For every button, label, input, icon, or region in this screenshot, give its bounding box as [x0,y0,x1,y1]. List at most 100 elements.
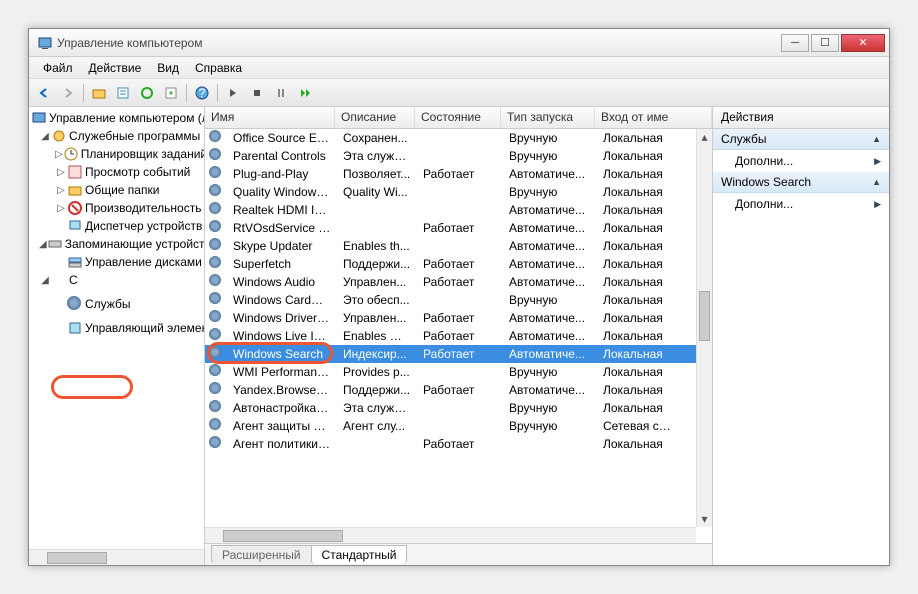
service-icon [209,238,225,254]
col-startup[interactable]: Тип запуска [501,107,595,128]
cell-desc: Enables Wi... [337,329,417,343]
cell-desc: Provides p... [337,365,417,379]
cell-startup: Вручную [503,149,597,163]
tree-services-apps[interactable]: ◢С [29,271,204,289]
cell-logon: Локальная [597,437,677,451]
tab-standard[interactable]: Стандартный [311,545,408,564]
service-row[interactable]: Windows Live ID S...Enables Wi...Работае… [205,327,696,345]
stop-icon[interactable] [246,82,268,104]
col-status[interactable]: Состояние [415,107,501,128]
collapse-icon: ▲ [872,134,881,144]
service-row[interactable]: Quality Windows ...Quality Wi...ВручнуюЛ… [205,183,696,201]
cell-name: WMI Performance... [227,365,337,379]
menu-file[interactable]: Файл [35,59,81,77]
tree-services[interactable]: Службы [29,295,204,313]
tree-system-tools[interactable]: ◢Служебные программы [29,127,204,145]
cell-startup: Вручную [503,131,597,145]
cell-desc: Enables th... [337,239,417,253]
cell-state: Работает [417,311,503,325]
cell-logon: Локальная [597,329,677,343]
tree-storage[interactable]: ◢Запоминающие устройст [29,235,204,253]
menu-help[interactable]: Справка [187,59,250,77]
play-icon[interactable] [222,82,244,104]
tree-scrollbar-horizontal[interactable] [29,549,204,565]
service-icon [209,310,225,326]
service-row[interactable]: Windows SearchИндексир...РаботаетАвтомат… [205,345,696,363]
menu-view[interactable]: Вид [149,59,187,77]
tree-performance[interactable]: ▷Производительность [29,199,204,217]
actions-group-selected[interactable]: Windows Search▲ [713,172,889,193]
cell-logon: Локальная [597,131,677,145]
service-row[interactable]: Plug-and-PlayПозволяет...РаботаетАвтомат… [205,165,696,183]
service-row[interactable]: Агент политики I...РаботаетЛокальная [205,435,696,453]
titlebar[interactable]: Управление компьютером ─ ☐ ✕ [29,29,889,57]
service-row[interactable]: Realtek HDMI In...Автоматиче...Локальная [205,201,696,219]
tree-wmi-control[interactable]: Управляющий элемен [29,319,204,337]
collapse-icon: ▲ [872,177,881,187]
scroll-down-icon[interactable]: ▾ [697,511,712,527]
services-list-panel: Имя Описание Состояние Тип запуска Вход … [205,107,713,565]
service-row[interactable]: Автонастройка W...Эта служб...ВручнуюЛок… [205,399,696,417]
service-icon [209,418,225,434]
col-logon[interactable]: Вход от име [595,107,712,128]
pause-icon[interactable] [270,82,292,104]
col-name[interactable]: Имя [205,107,335,128]
col-description[interactable]: Описание [335,107,415,128]
tree-event-viewer[interactable]: ▷Просмотр событий [29,163,204,181]
service-row[interactable]: Агент защиты сет...Агент слу...ВручнуюСе… [205,417,696,435]
tree-disk-management[interactable]: Управление дисками [29,253,204,271]
cell-desc: Quality Wi... [337,185,417,199]
cell-name: Office Source Engi... [227,131,337,145]
list-scrollbar-horizontal[interactable] [205,527,696,543]
service-row[interactable]: Yandex.Browser U...Поддержи...РаботаетАв… [205,381,696,399]
cell-logon: Локальная [597,401,677,415]
minimize-button[interactable]: ─ [781,34,809,52]
help-icon[interactable]: ? [191,82,213,104]
cell-startup: Автоматиче... [503,257,597,271]
cell-name: Quality Windows ... [227,185,337,199]
service-row[interactable]: Parental ControlsЭта служб...ВручнуюЛока… [205,147,696,165]
cell-desc: Поддержи... [337,257,417,271]
cell-logon: Локальная [597,167,677,181]
cell-logon: Локальная [597,221,677,235]
actions-more-selected[interactable]: Дополни...▶ [713,193,889,215]
tree-shared-folders[interactable]: ▷Общие папки [29,181,204,199]
list-scrollbar-vertical[interactable]: ▴ ▾ [696,129,712,527]
export-icon[interactable] [160,82,182,104]
nav-back-button[interactable] [33,82,55,104]
cell-name: Parental Controls [227,149,337,163]
cell-startup: Вручную [503,365,597,379]
tree-device-manager[interactable]: Диспетчер устройств [29,217,204,235]
cell-name: Windows Audio [227,275,337,289]
cell-name: Yandex.Browser U... [227,383,337,397]
service-row[interactable]: Windows Driver F...Управлен...РаботаетАв… [205,309,696,327]
service-icon [209,292,225,308]
cell-logon: Локальная [597,383,677,397]
maximize-button[interactable]: ☐ [811,34,839,52]
service-row[interactable]: Windows AudioУправлен...РаботаетАвтомати… [205,273,696,291]
cell-state: Работает [417,383,503,397]
restart-icon[interactable] [294,82,316,104]
actions-more-services[interactable]: Дополни...▶ [713,150,889,172]
service-row[interactable]: Windows CardSpa...Это обесп...ВручнуюЛок… [205,291,696,309]
service-row[interactable]: WMI Performance...Provides p...ВручнуюЛо… [205,363,696,381]
tree-root[interactable]: Управление компьютером (л [29,109,204,127]
tab-extended[interactable]: Расширенный [211,545,312,564]
cell-logon: Сетевая слу [597,419,677,433]
tree-task-scheduler[interactable]: ▷Планировщик заданий [29,145,204,163]
service-row[interactable]: SuperfetchПоддержи...РаботаетАвтоматиче.… [205,255,696,273]
service-row[interactable]: RtVOsdService In...РаботаетАвтоматиче...… [205,219,696,237]
service-icon [209,328,225,344]
nav-forward-button[interactable] [57,82,79,104]
folder-up-icon[interactable] [88,82,110,104]
actions-group-services[interactable]: Службы▲ [713,129,889,150]
navigation-tree: Управление компьютером (л ◢Служебные про… [29,107,205,565]
close-button[interactable]: ✕ [841,34,885,52]
service-row[interactable]: Skype UpdaterEnables th...Автоматиче...Л… [205,237,696,255]
cell-state: Работает [417,329,503,343]
scroll-up-icon[interactable]: ▴ [697,129,712,145]
properties-icon[interactable] [112,82,134,104]
menu-action[interactable]: Действие [81,59,150,77]
service-row[interactable]: Office Source Engi...Сохранен...ВручнуюЛ… [205,129,696,147]
refresh-icon[interactable] [136,82,158,104]
